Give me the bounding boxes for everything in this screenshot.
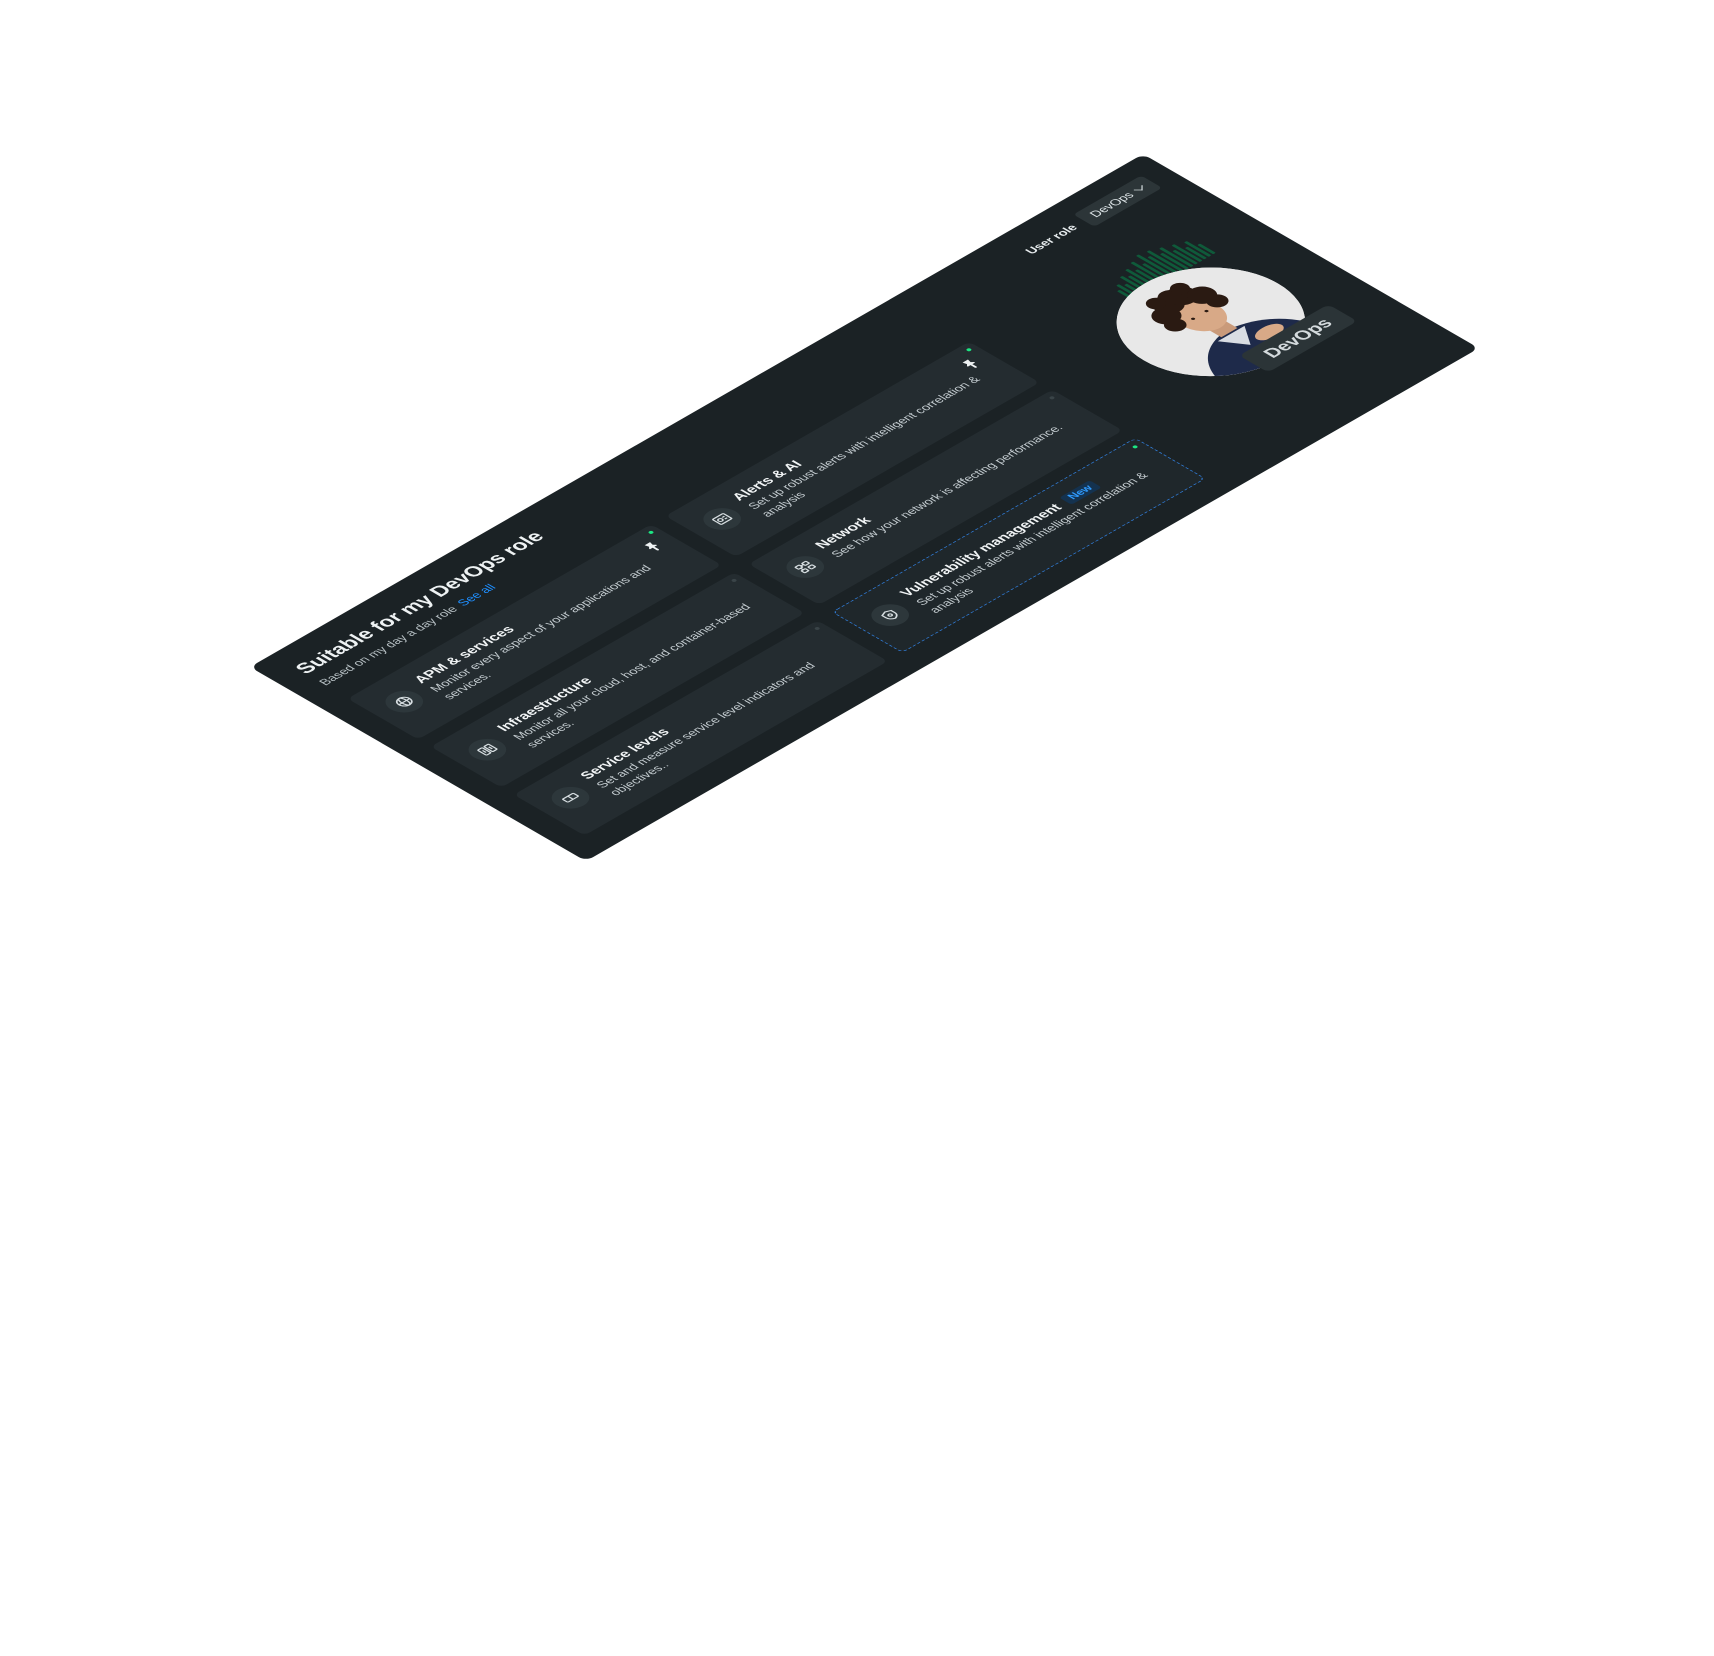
shield-icon [863, 599, 917, 631]
ticket-icon [543, 782, 598, 814]
status-dot [1131, 444, 1139, 449]
status-dot [965, 347, 973, 352]
alert-panel-icon [695, 503, 749, 535]
status-dot [647, 530, 655, 535]
user-role-selected: DevOps [1086, 189, 1138, 220]
chevron-down-icon [1133, 185, 1143, 191]
status-dot [1048, 395, 1056, 400]
user-role-dropdown[interactable]: DevOps [1072, 175, 1163, 227]
role-suggestions-panel: Suitable for my DevOps role Based on my … [250, 154, 1479, 862]
user-role-area: User role DevOps [1017, 175, 1163, 259]
status-dot [813, 626, 821, 631]
network-icon [778, 551, 832, 583]
user-role-label: User role [1021, 222, 1081, 257]
stage: Suitable for my DevOps role Based on my … [0, 0, 1714, 1656]
server-icon [460, 734, 515, 766]
globe-icon [377, 686, 431, 718]
status-dot [730, 578, 738, 583]
